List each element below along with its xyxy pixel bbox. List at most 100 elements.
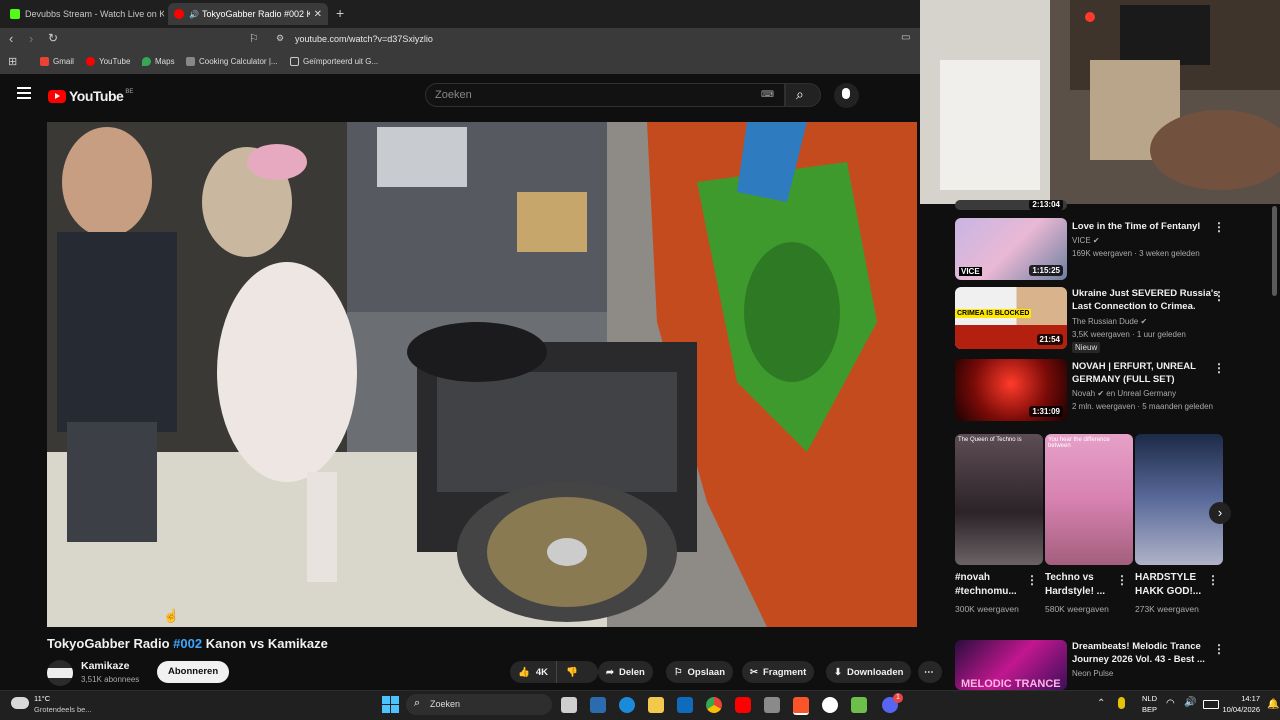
clip-button[interactable]: ✂ Fragment xyxy=(742,661,815,683)
bookmark-icon[interactable]: ⚐ xyxy=(249,32,259,45)
menu-hamburger-icon[interactable] xyxy=(17,87,31,99)
taskbar-search[interactable]: ⌕ Zoeken xyxy=(406,694,552,715)
chrome-icon[interactable] xyxy=(706,697,722,713)
video-title[interactable]: Love in the Time of Fentanyl xyxy=(1072,220,1222,233)
notifications-bell-icon[interactable]: 🔔 xyxy=(1267,699,1279,710)
volume-icon[interactable]: 🔊 xyxy=(1184,697,1196,708)
short-caption: The Queen of Techno is xyxy=(958,437,1022,443)
video-title[interactable]: Dreambeats! Melodic Trance Journey 2026 … xyxy=(1072,640,1222,666)
clock-time[interactable]: 14:17 xyxy=(1220,694,1260,703)
more-options-icon[interactable]: ⋮ xyxy=(1213,361,1225,375)
battery-icon[interactable] xyxy=(1203,700,1219,709)
more-options-icon[interactable]: ⋮ xyxy=(1213,220,1225,234)
url-field[interactable]: youtube.com/watch?v=d37Sxiyzlio xyxy=(295,34,433,44)
language-indicator[interactable]: NLD xyxy=(1142,694,1157,703)
search-button[interactable]: ⌕ xyxy=(785,83,821,107)
video-title[interactable]: NOVAH | ERFURT, UNREAL GERMANY (FULL SET… xyxy=(1072,360,1222,386)
youtube-app-icon[interactable] xyxy=(735,697,751,713)
short-title[interactable]: Techno vs Hardstyle! ... xyxy=(1045,571,1121,599)
chevron-right-icon[interactable]: › xyxy=(1209,502,1231,524)
download-label: Downloaden xyxy=(846,666,904,678)
chevron-up-icon[interactable]: ⌃ xyxy=(1097,698,1105,709)
video-thumbnail[interactable]: 1:31:09 xyxy=(955,359,1067,421)
weather-temp[interactable]: 11°C xyxy=(34,694,50,703)
more-options-icon[interactable]: ⋮ xyxy=(1026,573,1038,587)
short-thumbnail[interactable]: You hear the difference between xyxy=(1045,434,1133,565)
close-tab-icon[interactable]: ✕ xyxy=(314,9,322,20)
channel-avatar[interactable] xyxy=(47,660,73,686)
cast-icon[interactable]: ▭ xyxy=(901,32,910,43)
region-code: BE xyxy=(125,89,134,95)
keyboard-icon[interactable]: ⌨ xyxy=(761,89,774,100)
site-info-icon[interactable]: ⚙ xyxy=(276,33,284,44)
video-player[interactable] xyxy=(47,122,917,627)
video-title[interactable]: Ukraine Just SEVERED Russia's Last Conne… xyxy=(1072,287,1222,313)
tab-youtube[interactable]: 🔊 TokyoGabber Radio #002 Kan ✕ xyxy=(168,3,328,25)
video-thumbnail[interactable]: 2:13:04 xyxy=(955,200,1067,210)
more-options-icon[interactable]: ⋮ xyxy=(1213,289,1225,303)
new-tab-button[interactable]: + xyxy=(336,5,344,21)
channel-name[interactable]: Novah ✔ en Unreal Germany xyxy=(1072,389,1176,398)
video-thumbnail[interactable]: VICE 1:15:25 xyxy=(955,218,1067,280)
app-icon[interactable] xyxy=(851,697,867,713)
title-hashtag[interactable]: #002 xyxy=(173,636,202,651)
bookmark-cooking[interactable]: Cooking Calculator |... xyxy=(186,57,278,66)
maps-pin-icon xyxy=(142,57,151,66)
short-thumbnail[interactable] xyxy=(1135,434,1223,565)
scrollbar-thumb[interactable] xyxy=(1272,206,1277,296)
more-options-icon[interactable]: ⋮ xyxy=(1207,573,1219,587)
video-thumbnail[interactable]: CRIMEA IS BLOCKED 21:54 xyxy=(955,287,1067,349)
tab-kick[interactable]: Devubbs Stream - Watch Live on Kick xyxy=(4,3,164,25)
clock-date[interactable]: 10/04/2026 xyxy=(1220,705,1260,714)
dislike-button[interactable]: 👎 xyxy=(557,667,587,678)
weather-desc[interactable]: Grotendeels be... xyxy=(34,705,92,714)
wifi-icon[interactable]: ◠ xyxy=(1166,698,1175,709)
bookmark-gmail[interactable]: Gmail xyxy=(40,57,74,66)
download-button[interactable]: ⬇ Downloaden xyxy=(826,661,912,683)
chatgpt-icon[interactable] xyxy=(822,697,838,713)
calculator-icon[interactable] xyxy=(764,697,780,713)
windows-start-icon[interactable] xyxy=(382,696,399,713)
reload-icon[interactable]: ↻ xyxy=(48,31,58,45)
subscribe-button[interactable]: Abonneren xyxy=(157,661,230,683)
channel-name[interactable]: Kamikaze xyxy=(81,660,129,672)
speaker-icon: 🔊 xyxy=(189,9,199,19)
bookmark-imported-folder[interactable]: Geïmporteerd uit G... xyxy=(290,57,378,66)
more-actions-button[interactable]: ⋯ xyxy=(918,661,942,683)
channel-name[interactable]: Neon Pulse xyxy=(1072,669,1113,678)
voice-search-button[interactable] xyxy=(834,83,859,108)
search-box[interactable]: Zoeken ⌨ xyxy=(425,83,785,107)
apps-grid-icon[interactable]: ⊞ xyxy=(8,55,17,68)
channel-name[interactable]: The Russian Dude ✔ xyxy=(1072,317,1147,326)
bookmark-maps[interactable]: Maps xyxy=(142,57,175,66)
more-options-icon[interactable]: ⋮ xyxy=(1213,642,1225,656)
thumbnail-text: CRIMEA IS BLOCKED xyxy=(955,309,1032,318)
youtube-logo[interactable]: YouTube BE xyxy=(48,88,133,104)
tab-label: TokyoGabber Radio #002 Kan xyxy=(201,9,310,19)
brave-icon[interactable] xyxy=(793,697,809,715)
more-options-icon[interactable]: ⋮ xyxy=(1116,573,1128,587)
short-views: 300K weergaven xyxy=(955,604,1019,614)
outlook-icon[interactable] xyxy=(677,697,693,713)
back-icon[interactable]: ‹ xyxy=(9,31,13,46)
short-title[interactable]: #novah #technomu... xyxy=(955,571,1031,599)
file-explorer-icon[interactable] xyxy=(648,697,664,713)
short-thumbnail[interactable]: The Queen of Techno is xyxy=(955,434,1043,565)
cloud-weather-icon[interactable] xyxy=(11,697,29,709)
like-button[interactable]: 👍 4K xyxy=(510,661,557,683)
video-thumbnail[interactable]: MELODIC TRANCE xyxy=(955,640,1067,690)
channel-name[interactable]: VICE ✔ xyxy=(1072,236,1100,245)
search-input[interactable]: Zoeken xyxy=(435,89,472,101)
share-button[interactable]: ➦ Delen xyxy=(598,661,653,683)
task-view-icon[interactable] xyxy=(561,697,577,713)
bookmark-youtube[interactable]: YouTube xyxy=(86,57,130,66)
edge-icon[interactable] xyxy=(619,697,635,713)
forward-icon[interactable]: › xyxy=(29,31,33,46)
save-button[interactable]: ⚐ Opslaan xyxy=(666,661,734,683)
store-icon[interactable] xyxy=(590,697,606,713)
cooking-icon xyxy=(186,57,195,66)
keyboard-layout[interactable]: BEP xyxy=(1142,705,1157,714)
save-label: Opslaan xyxy=(687,666,726,678)
short-title[interactable]: HARDSTYLE HAKK GOD!... xyxy=(1135,571,1211,599)
microphone-tray-icon[interactable] xyxy=(1118,697,1125,709)
